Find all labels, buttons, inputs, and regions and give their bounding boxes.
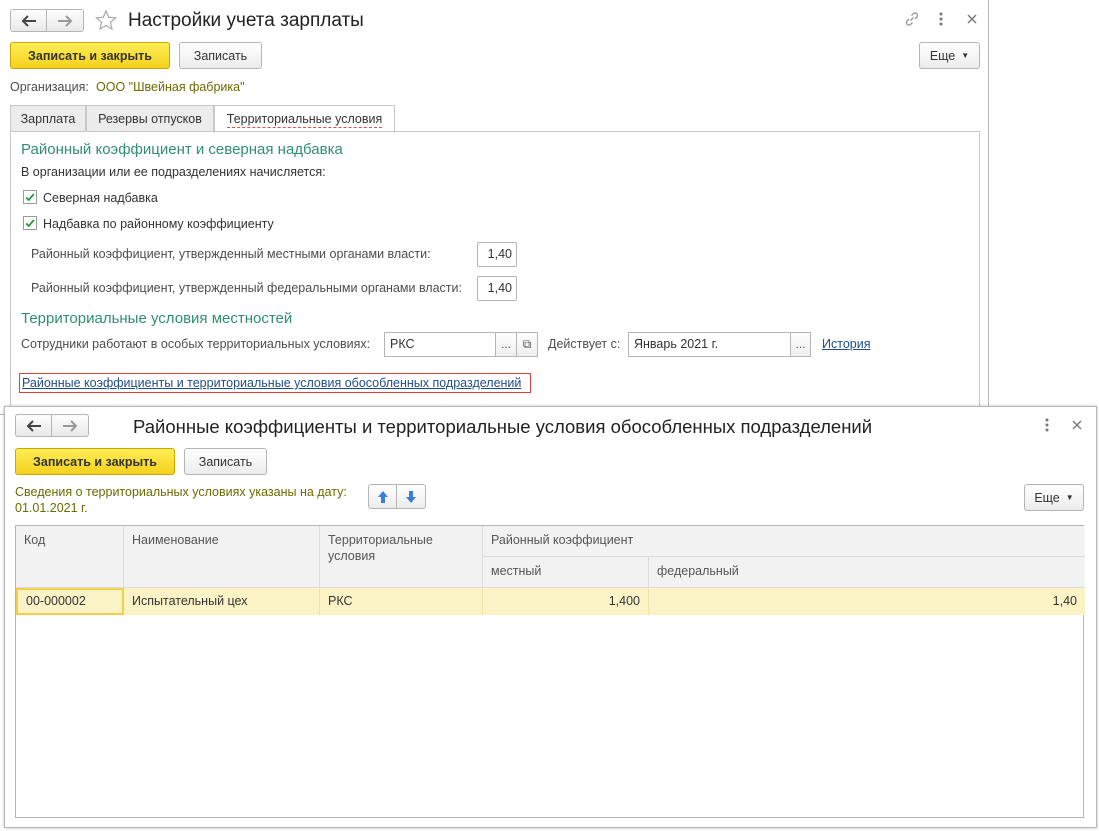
territorial-field[interactable]: РКС: [384, 332, 496, 357]
chevron-down-icon: ▼: [1065, 493, 1074, 502]
arrow-down-icon: [406, 490, 416, 503]
forward-button[interactable]: [47, 9, 84, 32]
org-value[interactable]: ООО "Швейная фабрика": [96, 80, 245, 94]
date-down-button[interactable]: [397, 484, 426, 509]
chevron-down-icon: ▼: [961, 51, 970, 60]
valid-from-select-button[interactable]: ...: [790, 332, 811, 357]
tab-territorial-conditions[interactable]: Территориальные условия: [214, 105, 395, 133]
tab-salary[interactable]: Зарплата: [10, 105, 86, 132]
cell-name[interactable]: Испытательный цех: [124, 588, 320, 615]
tab-label: Зарплата: [20, 112, 76, 126]
section-title-territorial: Территориальные условия местностей: [21, 310, 293, 327]
nav-buttons: [15, 414, 89, 437]
date-up-button[interactable]: [368, 484, 397, 509]
tab-vacation-reserves[interactable]: Резервы отпусков: [86, 105, 214, 132]
close-icon[interactable]: [1071, 419, 1083, 431]
more-label: Еще: [929, 48, 956, 63]
history-link[interactable]: История: [822, 337, 870, 351]
column-header-code[interactable]: Код: [16, 526, 124, 588]
arrow-left-icon: [21, 14, 36, 27]
back-button[interactable]: [15, 414, 52, 437]
subdivisions-link[interactable]: Районные коэффициенты и территориальные …: [22, 376, 521, 390]
regional-allowance-label: Надбавка по районному коэффициенту: [43, 217, 274, 231]
save-button[interactable]: Записать: [179, 42, 262, 69]
cell-territorial[interactable]: РКС: [320, 588, 483, 615]
date-note: Сведения о территориальных условиях указ…: [15, 485, 347, 499]
page-title: Районные коэффициенты и территориальные …: [133, 416, 873, 437]
tab-label: Резервы отпусков: [98, 112, 202, 126]
column-header-coefficient: Районный коэффициент: [483, 526, 1085, 557]
subdivisions-table: Код Наименование Территориальные условия…: [15, 525, 1085, 818]
star-icon[interactable]: [94, 9, 118, 32]
north-allowance-checkbox[interactable]: [23, 190, 37, 204]
coef-federal-label: Районный коэффициент, утвержденный федер…: [31, 281, 462, 295]
link-icon[interactable]: [904, 11, 920, 27]
save-and-close-button[interactable]: Записать и закрыть: [10, 42, 170, 69]
nav-buttons: [10, 9, 84, 32]
cell-local[interactable]: 1,400: [483, 588, 649, 615]
coef-federal-input[interactable]: 1,40: [477, 276, 517, 301]
arrow-up-icon: [377, 490, 388, 503]
column-header-territorial[interactable]: Территориальные условия: [320, 526, 483, 588]
arrow-right-icon: [58, 14, 73, 27]
coef-local-input[interactable]: 1,40: [477, 242, 517, 267]
section-note: В организации или ее подразделениях начи…: [21, 165, 326, 179]
page-title: Настройки учета зарплаты: [128, 10, 364, 31]
save-and-close-button[interactable]: Записать и закрыть: [15, 448, 175, 475]
tab-label: Территориальные условия: [226, 111, 383, 128]
close-icon[interactable]: [966, 13, 978, 25]
date-value[interactable]: 01.01.2021 г.: [15, 501, 88, 515]
north-allowance-label: Северная надбавка: [43, 191, 158, 205]
territorial-select-button[interactable]: ...: [495, 332, 517, 357]
more-vertical-icon[interactable]: [1042, 417, 1052, 433]
cell-federal[interactable]: 1,40: [649, 588, 1085, 615]
checkmark-icon: [25, 219, 35, 228]
column-header-name[interactable]: Наименование: [124, 526, 320, 588]
more-button[interactable]: Еще ▼: [1024, 484, 1084, 511]
settings-window: Настройки учета зарплаты Записать и закр…: [0, 0, 989, 421]
column-header-federal[interactable]: федеральный: [649, 557, 1085, 588]
open-icon[interactable]: ⧉: [516, 332, 538, 357]
column-header-local[interactable]: местный: [483, 557, 649, 588]
regional-allowance-checkbox[interactable]: [23, 216, 37, 230]
back-button[interactable]: [10, 9, 47, 32]
valid-from-label: Действует с:: [548, 337, 621, 351]
arrow-left-icon: [26, 419, 41, 432]
save-button[interactable]: Записать: [184, 448, 267, 475]
more-button[interactable]: Еще ▼: [919, 42, 980, 69]
valid-from-field[interactable]: Январь 2021 г.: [628, 332, 791, 357]
forward-button[interactable]: [52, 414, 89, 437]
arrow-right-icon: [63, 419, 78, 432]
checkmark-icon: [25, 193, 35, 202]
coef-local-label: Районный коэффициент, утвержденный местн…: [31, 247, 431, 261]
subdivisions-window: Районные коэффициенты и территориальные …: [4, 406, 1097, 828]
section-title-coefficient: Районный коэффициент и северная надбавка: [21, 141, 343, 158]
more-vertical-icon[interactable]: [936, 11, 946, 27]
org-label: Организация:: [10, 80, 89, 94]
more-label: Еще: [1034, 490, 1060, 505]
territorial-label: Сотрудники работают в особых территориал…: [21, 337, 371, 351]
cell-code[interactable]: 00-000002: [16, 588, 124, 615]
